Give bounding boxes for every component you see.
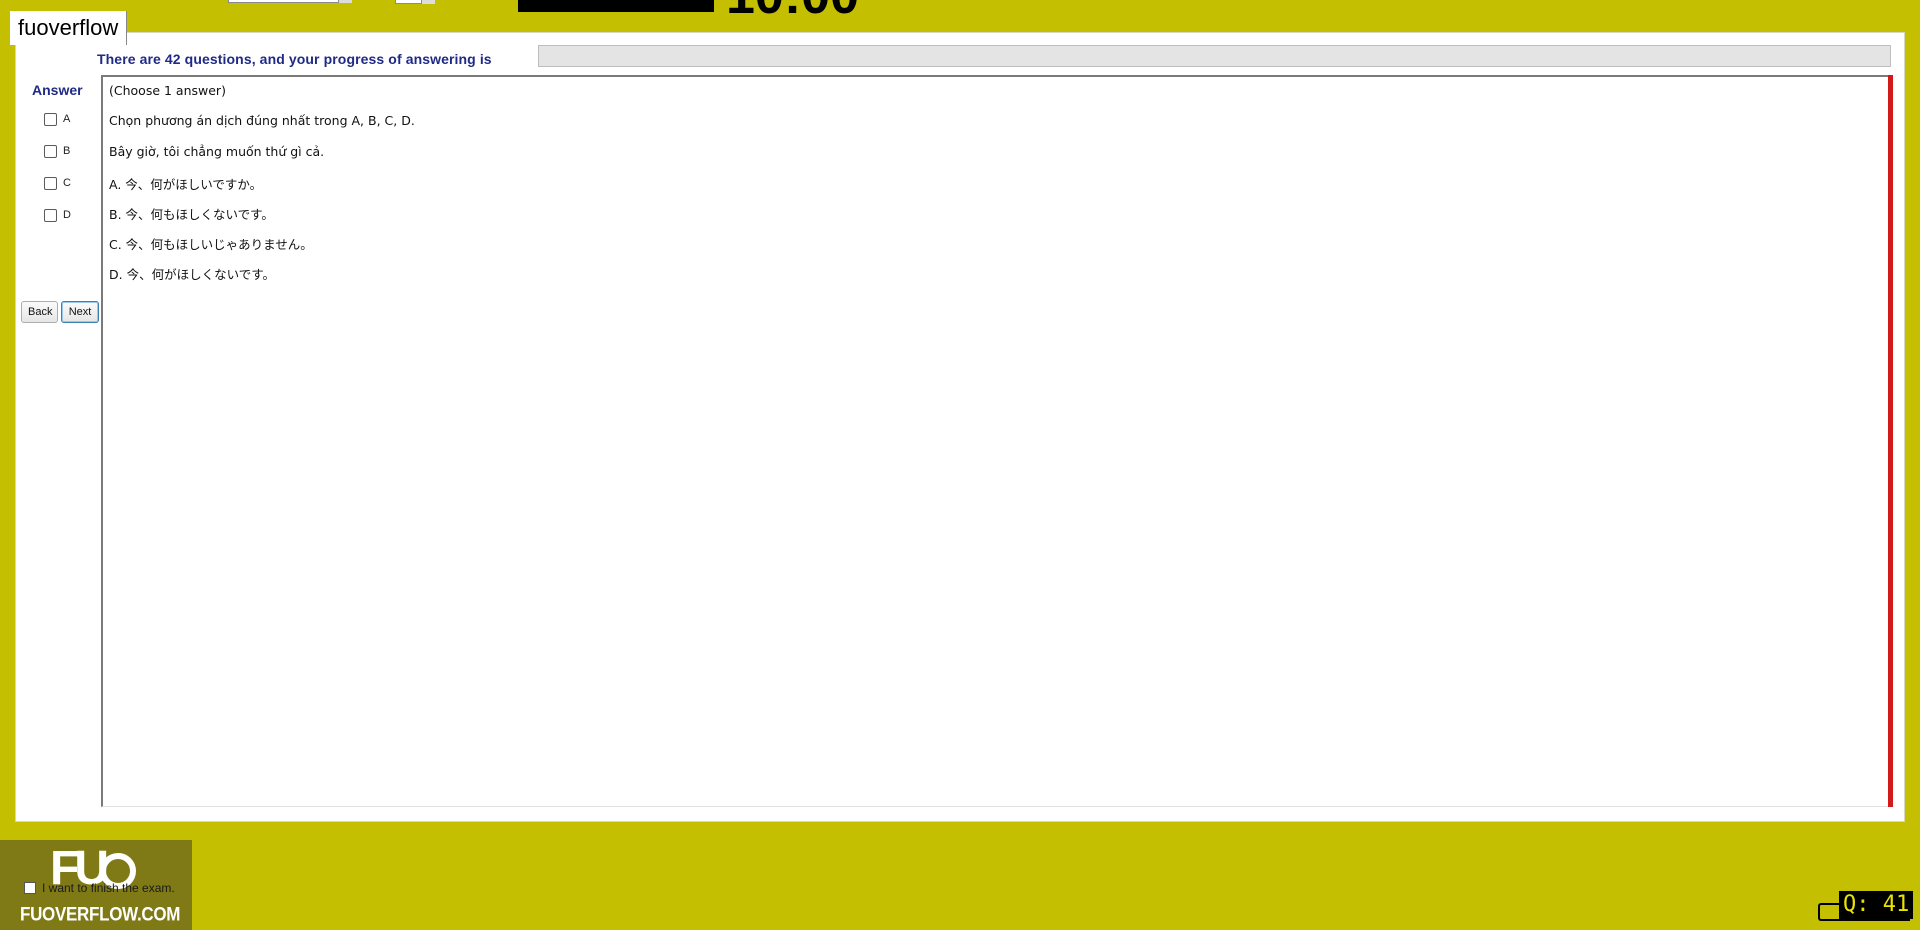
finish-exam-label: I want to finish the exam. xyxy=(42,881,175,895)
header-black-panel xyxy=(518,0,714,12)
answer-letter: C xyxy=(63,177,71,189)
exam-code-dropdown-button[interactable] xyxy=(338,0,352,3)
answer-checkbox-a[interactable] xyxy=(44,112,57,126)
question-counter: Q: 41 xyxy=(1839,891,1914,919)
answer-option-c[interactable]: C xyxy=(44,174,71,192)
question-choice-d: D. 今、何がほしくないです。 xyxy=(109,267,275,282)
finish-exam-option[interactable]: I want to finish the exam. xyxy=(24,881,175,895)
answer-checkbox-b[interactable] xyxy=(44,144,57,158)
question-instruction: (Choose 1 answer) xyxy=(109,83,226,98)
answer-letter: A xyxy=(63,113,71,125)
answer-checkbox-c[interactable] xyxy=(44,176,57,190)
question-choice-b: B. 今、何もほしくないです。 xyxy=(109,207,274,222)
answer-letter: D xyxy=(63,209,71,221)
counter-underline xyxy=(1840,919,1910,921)
question-choice-c: C. 今、何もほしいじゃありません。 xyxy=(109,237,313,252)
question-scrollbar[interactable] xyxy=(1888,75,1893,807)
question-sentence: Bây giờ, tôi chẳng muốn thứ gì cả. xyxy=(109,144,325,159)
exam-panel: There are 42 questions, and your progres… xyxy=(15,32,1905,822)
question-choice-a: A. 今、何がほしいですか。 xyxy=(109,177,263,192)
back-button[interactable]: Back xyxy=(21,301,58,323)
logo-text: FUOVERFLOW.COM xyxy=(20,903,181,925)
exam-code-combo[interactable] xyxy=(228,0,352,3)
answer-option-b[interactable]: B xyxy=(44,142,70,160)
answer-heading: Answer xyxy=(32,82,83,98)
finish-exam-checkbox[interactable] xyxy=(24,882,36,894)
question-content: (Choose 1 answer) Chọn phương án dịch đú… xyxy=(101,75,1891,807)
watermark-label: fuoverflow xyxy=(10,11,128,45)
question-prompt: Chọn phương án dịch đúng nhất trong A, B… xyxy=(109,113,415,128)
answer-letter: B xyxy=(63,145,71,157)
answer-option-d[interactable]: D xyxy=(44,206,71,224)
answer-option-a[interactable]: A xyxy=(44,110,70,128)
answer-checkbox-d[interactable] xyxy=(44,208,57,222)
progress-label: There are 42 questions, and your progres… xyxy=(97,51,492,67)
countdown-timer: 10:00 xyxy=(726,0,859,22)
next-button[interactable]: Next xyxy=(61,301,99,323)
progress-bar xyxy=(538,45,1891,67)
counter-corner-icon xyxy=(1818,903,1840,921)
font-size-spinner-button[interactable] xyxy=(421,0,435,4)
